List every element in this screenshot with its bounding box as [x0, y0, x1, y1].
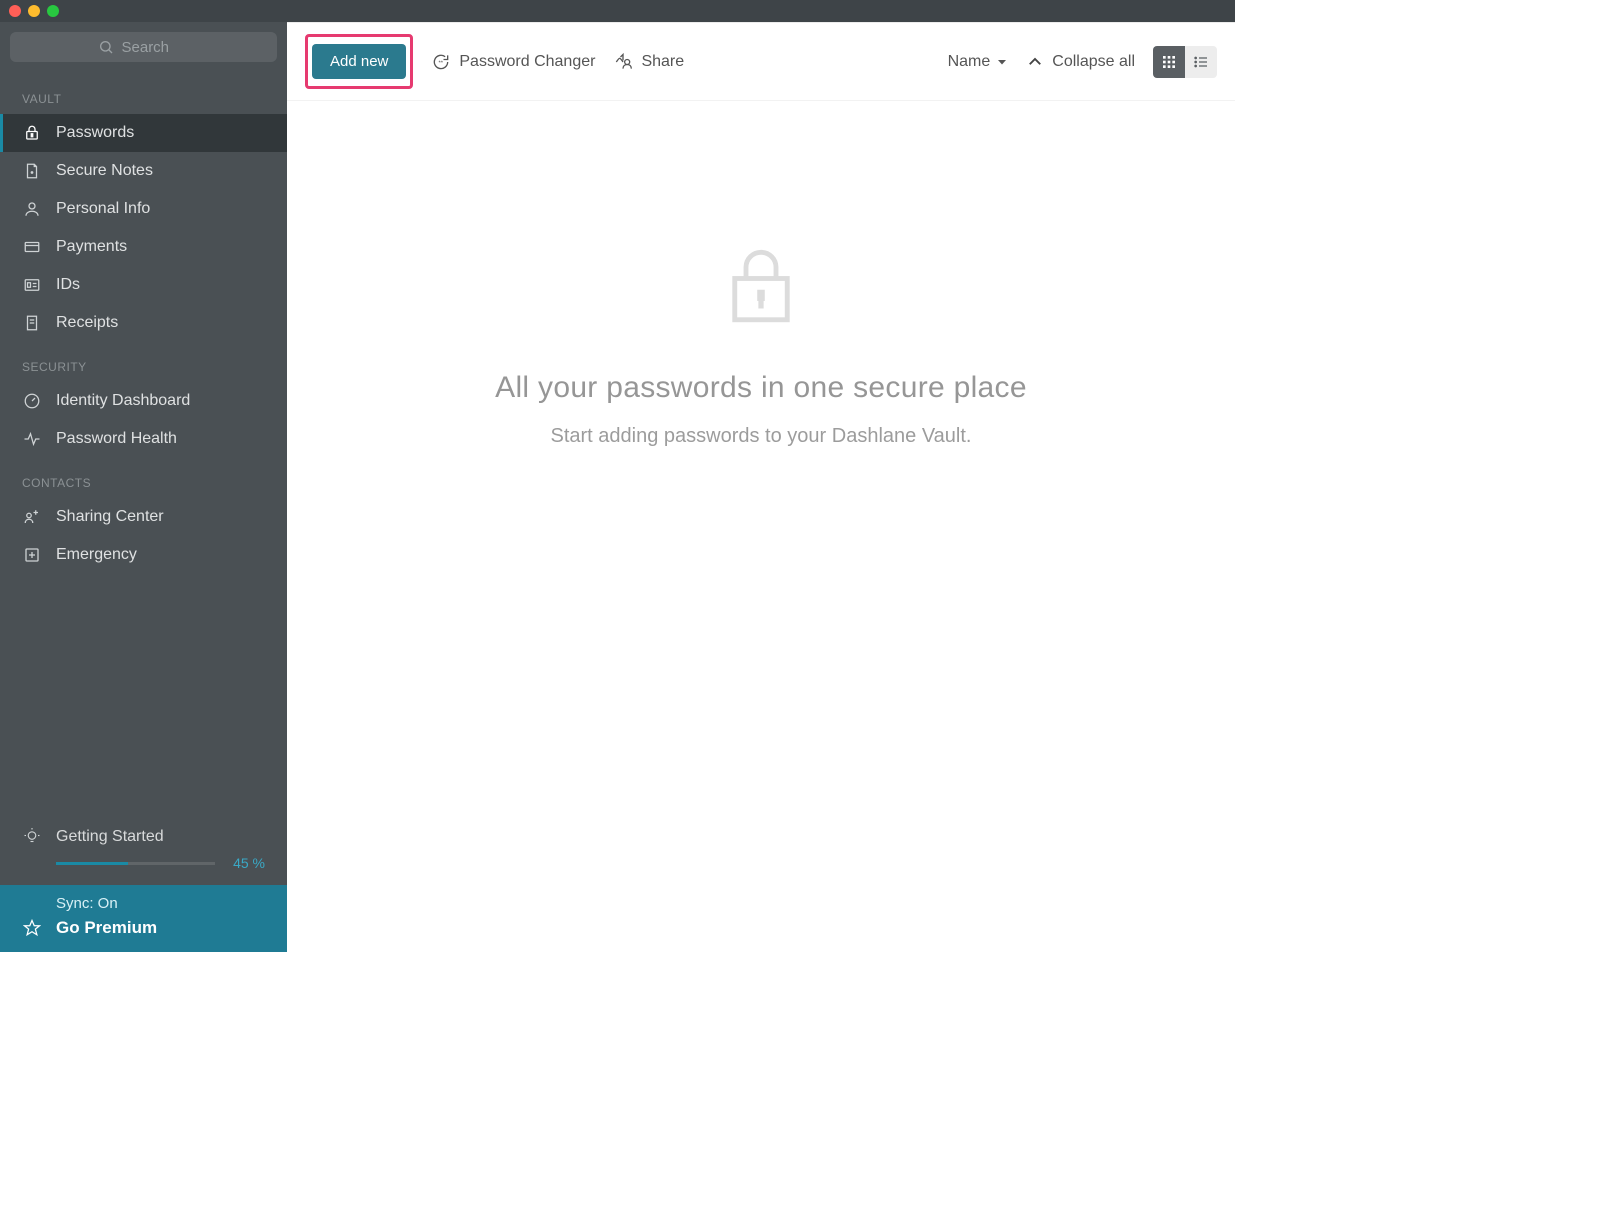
chevron-down-icon	[996, 56, 1008, 68]
sidebar-item-label: Identity Dashboard	[56, 392, 190, 410]
empty-subheading: Start adding passwords to your Dashlane …	[551, 425, 972, 448]
search-icon	[96, 37, 116, 57]
sidebar-item-label: Passwords	[56, 124, 134, 142]
sort-dropdown[interactable]: Name	[948, 53, 1009, 71]
sidebar-item-receipts[interactable]: Receipts	[0, 304, 287, 342]
list-icon	[1193, 54, 1209, 70]
receipt-icon	[22, 313, 42, 333]
list-view-button[interactable]	[1185, 46, 1217, 78]
main-content: Add new ** Password Changer Share Name	[287, 22, 1235, 952]
window-minimize-button[interactable]	[28, 5, 40, 17]
add-new-highlight: Add new	[305, 34, 413, 89]
sidebar: VAULT Passwords Secure Notes Personal In…	[0, 22, 287, 952]
view-toggle	[1153, 46, 1217, 78]
password-changer-label: Password Changer	[459, 53, 595, 71]
collapse-all-button[interactable]: Collapse all	[1026, 53, 1135, 71]
gauge-icon	[22, 391, 42, 411]
star-icon	[22, 918, 42, 938]
pulse-icon	[22, 429, 42, 449]
refresh-icon: **	[431, 52, 451, 72]
id-icon	[22, 275, 42, 295]
sync-status: Sync: On	[22, 895, 265, 912]
sidebar-item-payments[interactable]: Payments	[0, 228, 287, 266]
password-changer-button[interactable]: ** Password Changer	[431, 52, 595, 72]
emergency-icon	[22, 545, 42, 565]
sidebar-item-passwords[interactable]: Passwords	[0, 114, 287, 152]
lock-icon	[22, 123, 42, 143]
window-titlebar	[0, 0, 1235, 22]
section-head-contacts: CONTACTS	[0, 458, 287, 498]
grid-icon	[1161, 54, 1177, 70]
person-icon	[22, 199, 42, 219]
go-premium-label: Go Premium	[56, 918, 157, 938]
sidebar-item-emergency[interactable]: Emergency	[0, 536, 287, 574]
sidebar-item-label: IDs	[56, 276, 80, 294]
sidebar-item-label: Receipts	[56, 314, 118, 332]
collapse-all-label: Collapse all	[1052, 53, 1135, 71]
search-input[interactable]	[122, 39, 192, 56]
sidebar-item-label: Personal Info	[56, 200, 150, 218]
note-icon	[22, 161, 42, 181]
section-head-vault: VAULT	[0, 74, 287, 114]
sidebar-item-personal-info[interactable]: Personal Info	[0, 190, 287, 228]
lightbulb-icon	[22, 827, 42, 847]
sidebar-item-label: Password Health	[56, 430, 177, 448]
svg-text:**: **	[439, 60, 444, 66]
getting-started-progress	[56, 862, 215, 865]
sidebar-item-label: Sharing Center	[56, 508, 164, 526]
go-premium-button[interactable]: Go Premium	[22, 918, 265, 938]
sidebar-item-password-health[interactable]: Password Health	[0, 420, 287, 458]
premium-footer: Sync: On Go Premium	[0, 885, 287, 952]
chevron-up-icon	[1026, 53, 1044, 71]
sidebar-item-identity-dashboard[interactable]: Identity Dashboard	[0, 382, 287, 420]
add-new-button[interactable]: Add new	[312, 44, 406, 79]
sidebar-item-secure-notes[interactable]: Secure Notes	[0, 152, 287, 190]
getting-started-panel[interactable]: Getting Started 45 %	[0, 811, 287, 885]
share-label: Share	[641, 53, 684, 71]
window-zoom-button[interactable]	[47, 5, 59, 17]
share-people-icon	[22, 507, 42, 527]
toolbar: Add new ** Password Changer Share Name	[287, 23, 1235, 101]
window-close-button[interactable]	[9, 5, 21, 17]
getting-started-percent: 45 %	[225, 855, 265, 871]
sidebar-item-label: Secure Notes	[56, 162, 153, 180]
sidebar-item-label: Payments	[56, 238, 127, 256]
empty-state: All your passwords in one secure place S…	[287, 101, 1235, 952]
sort-label: Name	[948, 53, 991, 71]
grid-view-button[interactable]	[1153, 46, 1185, 78]
sidebar-item-ids[interactable]: IDs	[0, 266, 287, 304]
empty-heading: All your passwords in one secure place	[495, 371, 1027, 405]
card-icon	[22, 237, 42, 257]
sidebar-item-label: Emergency	[56, 546, 137, 564]
share-button[interactable]: Share	[613, 52, 684, 72]
section-head-security: SECURITY	[0, 342, 287, 382]
share-icon	[613, 52, 633, 72]
sidebar-item-sharing-center[interactable]: Sharing Center	[0, 498, 287, 536]
lock-large-icon	[716, 241, 806, 331]
getting-started-label: Getting Started	[56, 828, 164, 846]
search-box[interactable]	[10, 32, 277, 62]
